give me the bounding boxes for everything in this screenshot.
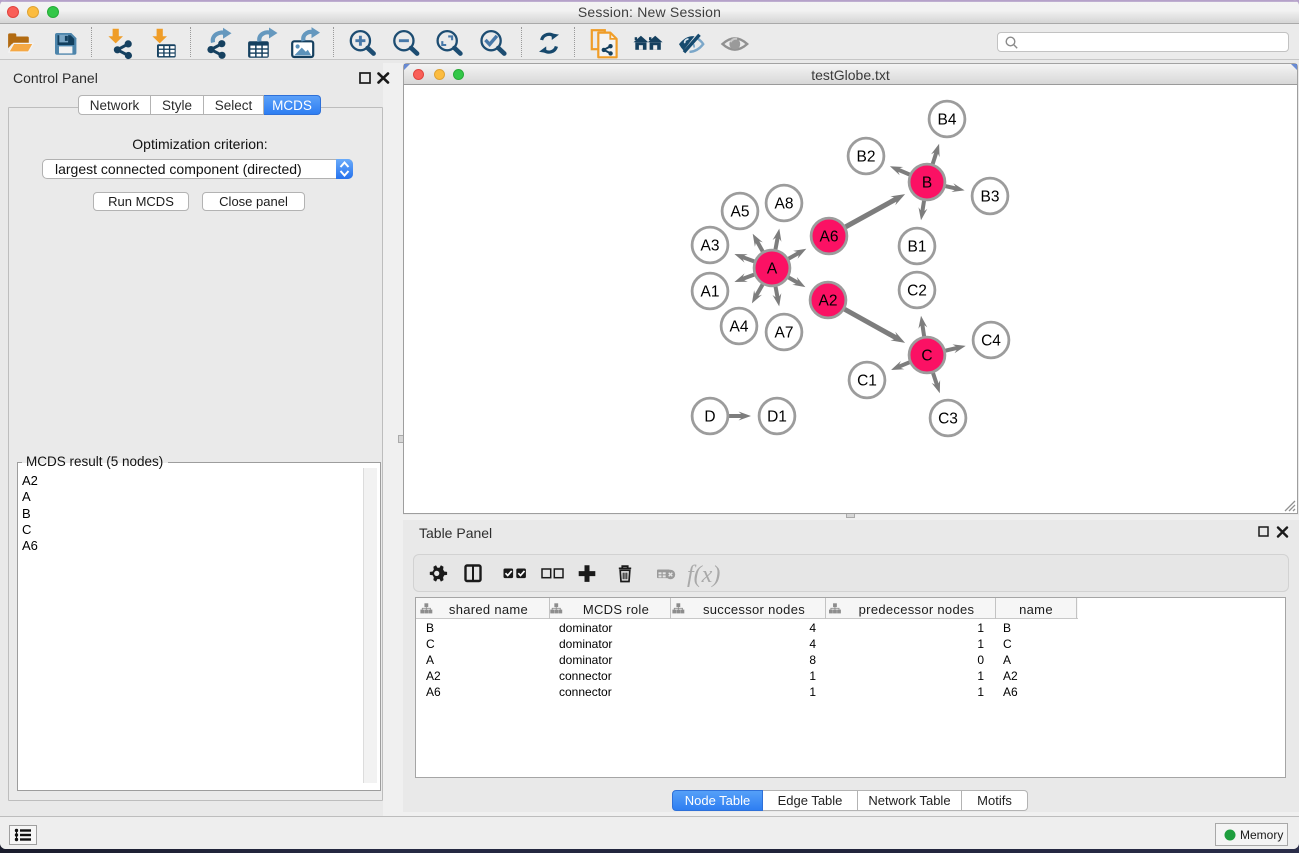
- svg-text:A4: A4: [730, 319, 749, 336]
- svg-text:f(x): f(x): [687, 562, 720, 588]
- svg-text:A5: A5: [731, 204, 750, 221]
- svg-text:A8: A8: [775, 196, 794, 213]
- svg-text:D1: D1: [767, 409, 787, 426]
- svg-text:C4: C4: [981, 333, 1001, 350]
- svg-text:B1: B1: [908, 239, 927, 256]
- svg-text:A3: A3: [701, 238, 720, 255]
- svg-text:D: D: [704, 409, 715, 426]
- svg-text:B4: B4: [938, 112, 957, 129]
- svg-text:A2: A2: [819, 293, 838, 310]
- svg-text:A: A: [767, 261, 778, 278]
- svg-text:B2: B2: [857, 149, 876, 166]
- svg-text:B3: B3: [981, 189, 1000, 206]
- svg-text:A6: A6: [820, 229, 839, 246]
- svg-text:C: C: [921, 348, 932, 365]
- svg-text:C1: C1: [857, 373, 877, 390]
- svg-text:C2: C2: [907, 283, 927, 300]
- svg-text:B: B: [922, 175, 932, 192]
- svg-text:C3: C3: [938, 411, 958, 428]
- svg-text:A1: A1: [701, 284, 720, 301]
- svg-text:A7: A7: [775, 325, 794, 342]
